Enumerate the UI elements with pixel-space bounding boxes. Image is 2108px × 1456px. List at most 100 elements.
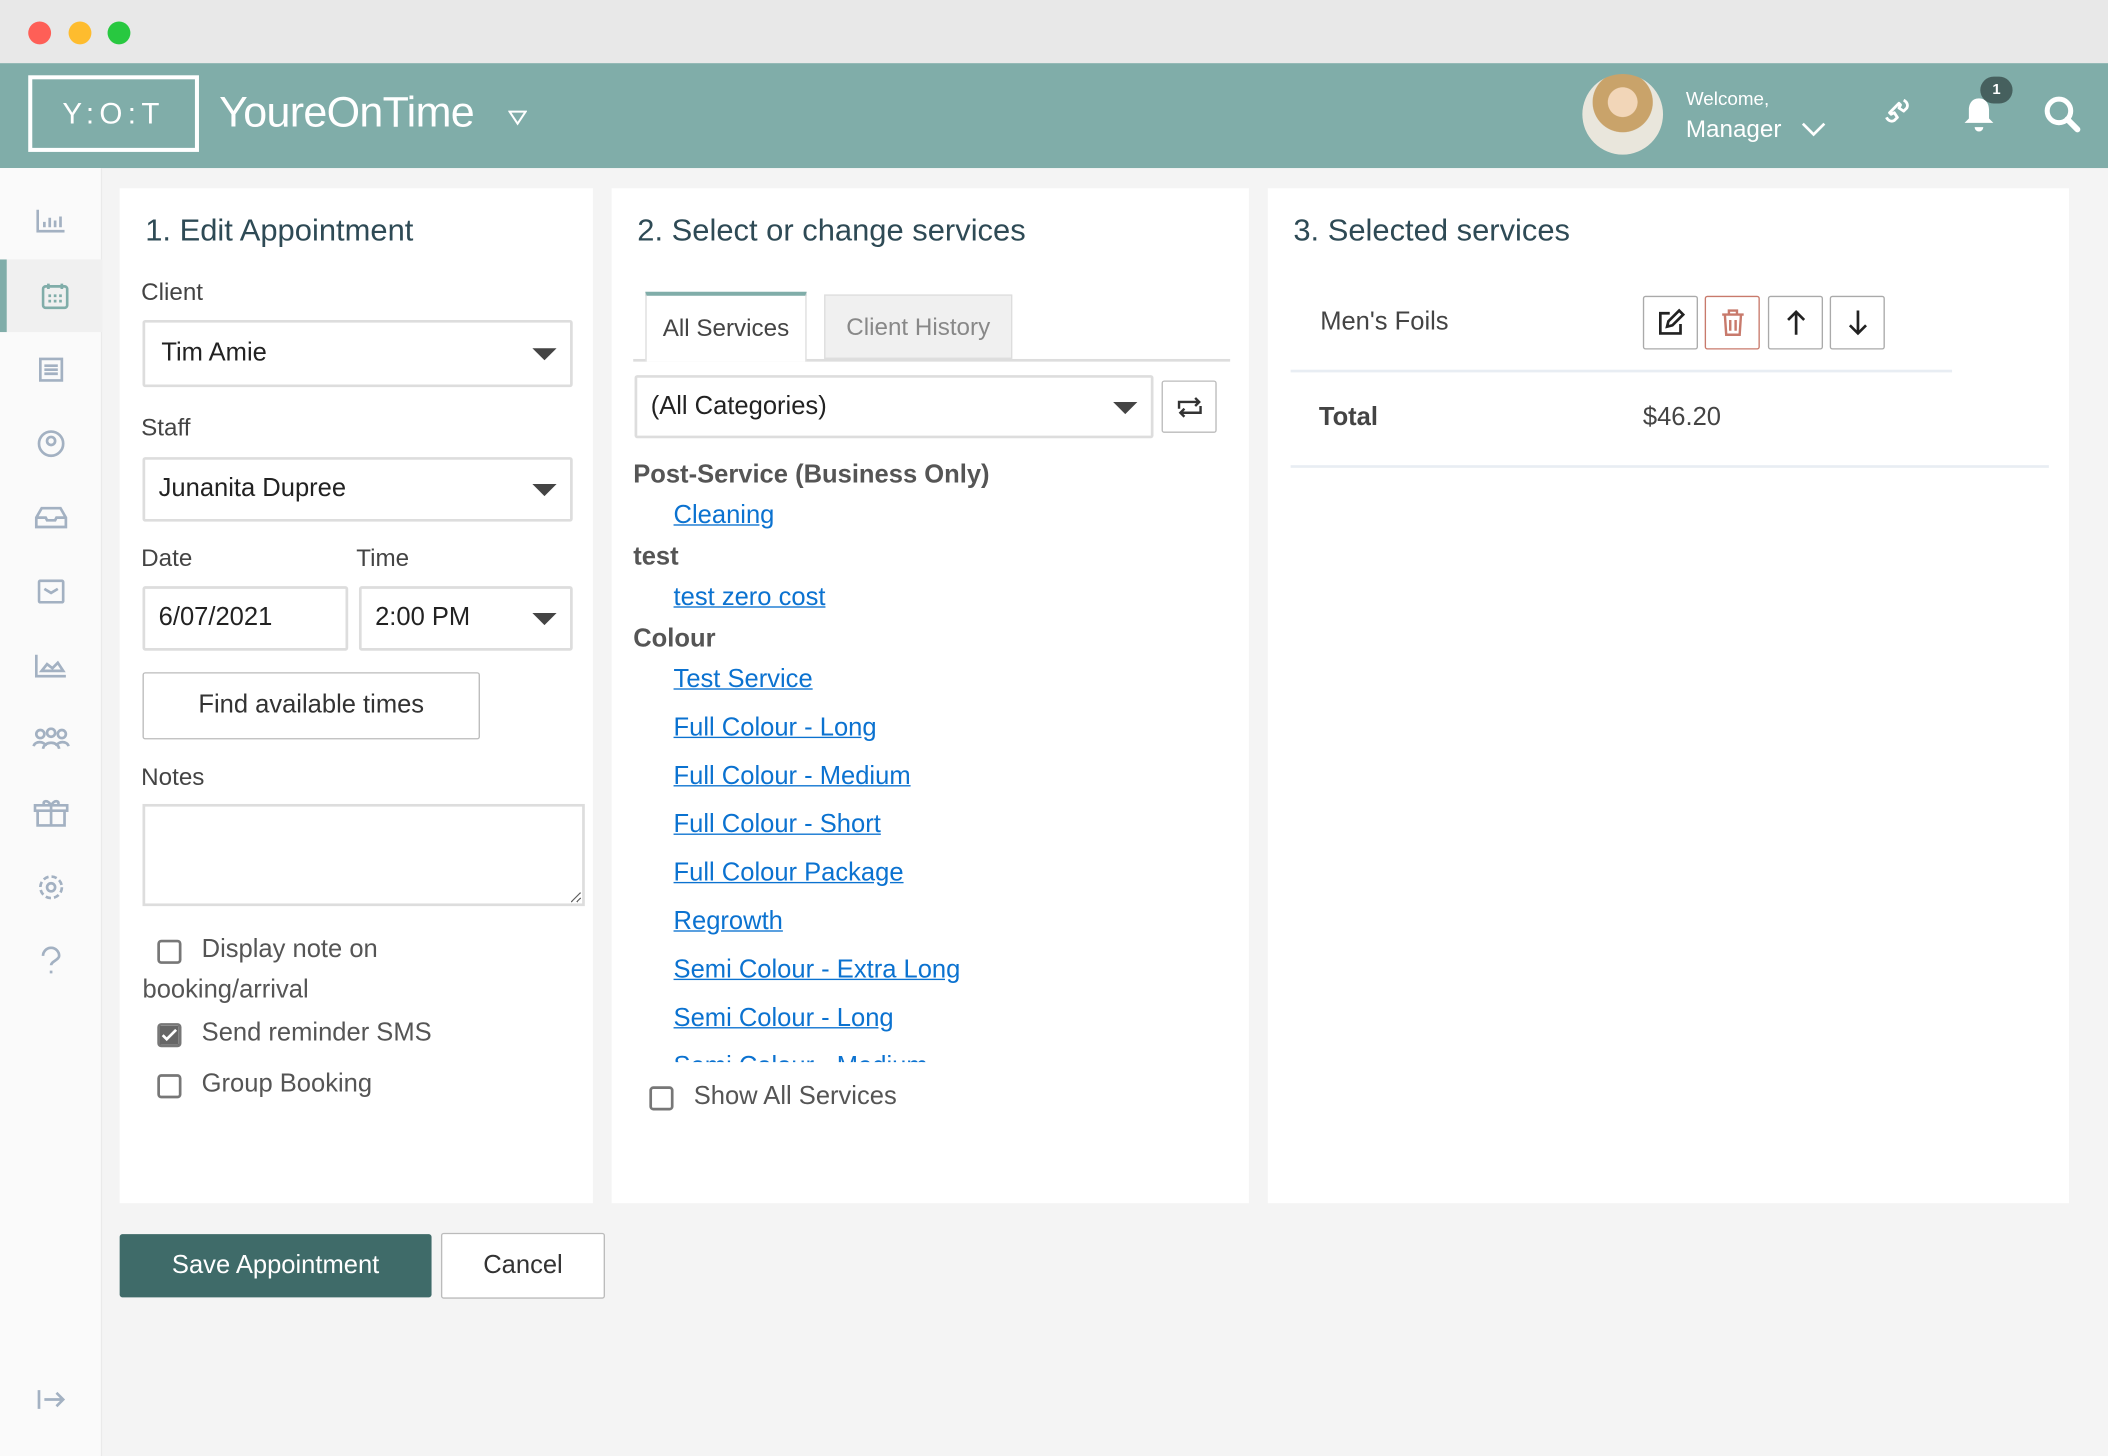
group-booking-checkbox[interactable]	[157, 1074, 182, 1099]
sidebar-item-messages[interactable]	[0, 555, 102, 628]
panel-title: 2. Select or change services	[637, 212, 1026, 248]
brand-dropdown-icon[interactable]	[508, 110, 528, 126]
gear-icon	[38, 875, 64, 900]
selected-services-panel: 3. Selected services Men's Foils Total $…	[1267, 188, 2070, 1204]
display-note-checkbox[interactable]	[157, 939, 182, 964]
find-available-times-button[interactable]: Find available times	[142, 672, 480, 740]
display-note-label-cont: booking/arrival	[142, 976, 309, 1005]
cancel-button[interactable]: Cancel	[440, 1232, 605, 1299]
logout-icon	[37, 1390, 66, 1409]
service-link[interactable]: Semi Colour - Long	[674, 1004, 894, 1034]
question-icon	[41, 946, 61, 974]
close-window-button[interactable]	[28, 21, 52, 45]
service-link[interactable]: test zero cost	[674, 583, 826, 613]
save-appointment-button[interactable]: Save Appointment	[119, 1234, 432, 1298]
chevron-down-icon[interactable]	[1801, 122, 1826, 138]
sidebar-item-clients[interactable]	[0, 407, 102, 480]
service-list[interactable]: Post-Service (Business Only) Cleaning test…	[612, 461, 1249, 1062]
arrow-down-icon	[1848, 310, 1867, 336]
client-label: Client	[141, 278, 204, 306]
category-value: (All Categories)	[650, 391, 827, 421]
staff-select[interactable]: Junanita Dupree	[142, 457, 573, 522]
bar-chart-icon	[36, 209, 65, 233]
service-group-heading: Colour	[633, 625, 716, 654]
envelope-icon	[37, 579, 65, 604]
service-link[interactable]: Cleaning	[674, 501, 775, 531]
service-link[interactable]: Full Colour Package	[674, 859, 904, 889]
panel-title: 3. Selected services	[1293, 212, 1571, 248]
refresh-button[interactable]	[1161, 380, 1217, 433]
delete-service-button[interactable]	[1704, 295, 1760, 350]
date-input[interactable]: 6/07/2021	[142, 586, 349, 651]
tab-all-services[interactable]: All Services	[645, 291, 807, 362]
time-label: Time	[356, 544, 410, 572]
sidebar-item-reports[interactable]	[0, 629, 102, 702]
notification-badge: 1	[1980, 76, 2013, 104]
time-value: 2:00 PM	[375, 603, 471, 632]
arrow-up-icon	[1786, 309, 1805, 335]
group-booking-label: Group Booking	[201, 1070, 373, 1099]
caret-down-icon	[1113, 401, 1138, 414]
service-link[interactable]: Semi Colour - Extra Long	[674, 956, 961, 986]
client-select[interactable]: Tim Amie	[142, 319, 573, 388]
sidebar-item-receipts[interactable]	[0, 333, 102, 406]
send-sms-checkbox[interactable]	[157, 1023, 182, 1048]
staff-label: Staff	[141, 414, 191, 441]
phone-icon[interactable]	[1875, 95, 1913, 133]
service-group-heading: test	[633, 543, 679, 572]
service-group-heading: Post-Service (Business Only)	[633, 461, 990, 490]
calendar-icon	[41, 283, 68, 310]
edit-icon	[1658, 308, 1685, 335]
category-select[interactable]: (All Categories)	[634, 375, 1154, 439]
move-down-button[interactable]	[1829, 295, 1885, 350]
sidebar-item-calendar[interactable]	[0, 259, 103, 333]
sidebar-item-staff[interactable]	[0, 703, 102, 776]
edit-appointment-panel: 1. Edit Appointment Client Tim Amie Staf…	[119, 188, 593, 1204]
date-value: 6/07/2021	[158, 603, 273, 632]
show-all-services-checkbox[interactable]	[649, 1086, 674, 1111]
area-chart-icon	[34, 654, 66, 678]
move-up-button[interactable]	[1767, 295, 1824, 350]
panel-title: 1. Edit Appointment	[145, 212, 414, 248]
staff-value: Junanita Dupree	[158, 474, 347, 503]
sidebar-item-dashboard[interactable]	[0, 184, 102, 257]
tab-client-history[interactable]: Client History	[824, 294, 1013, 359]
notes-textarea[interactable]	[142, 803, 585, 907]
date-label: Date	[141, 544, 193, 572]
service-link[interactable]: Regrowth	[674, 907, 783, 937]
user-menu[interactable]: Manager	[1686, 116, 1782, 144]
services-panel: 2. Select or change services All Service…	[611, 188, 1249, 1204]
avatar[interactable]	[1582, 73, 1664, 155]
user-circle-icon	[37, 430, 65, 458]
logo[interactable]: Y:O:T	[28, 75, 199, 152]
sidebar-item-help[interactable]	[0, 925, 102, 998]
divider	[1290, 369, 1953, 373]
caret-down-icon	[532, 613, 557, 626]
service-link[interactable]: Full Colour - Short	[674, 811, 881, 841]
service-link[interactable]: Semi Colour - Medium	[674, 1053, 928, 1062]
minimize-window-button[interactable]	[68, 21, 92, 45]
edit-service-button[interactable]	[1642, 295, 1698, 350]
sidebar-item-products[interactable]	[0, 777, 102, 850]
sidebar-item-settings[interactable]	[0, 851, 102, 924]
total-label: Total	[1318, 403, 1378, 432]
sidebar-item-inbox[interactable]	[0, 481, 102, 554]
brand-name[interactable]: YoureOnTime	[219, 87, 475, 137]
service-link[interactable]: Test Service	[674, 665, 813, 695]
client-value: Tim Amie	[161, 338, 267, 368]
receipt-icon	[38, 357, 64, 382]
inbox-icon	[34, 506, 68, 529]
send-sms-label: Send reminder SMS	[201, 1019, 432, 1048]
notes-label: Notes	[141, 763, 205, 791]
divider	[1290, 465, 2049, 468]
service-link[interactable]: Full Colour - Medium	[674, 762, 911, 792]
time-select[interactable]: 2:00 PM	[358, 586, 573, 651]
search-icon[interactable]	[2042, 94, 2082, 134]
service-link[interactable]: Full Colour - Long	[674, 714, 877, 744]
display-note-label: Display note on	[201, 935, 378, 964]
maximize-window-button[interactable]	[107, 21, 131, 45]
checkmark-icon	[159, 1025, 179, 1045]
trash-icon	[1721, 309, 1744, 336]
caret-down-icon	[532, 483, 557, 497]
sidebar-logout[interactable]	[0, 1363, 102, 1436]
